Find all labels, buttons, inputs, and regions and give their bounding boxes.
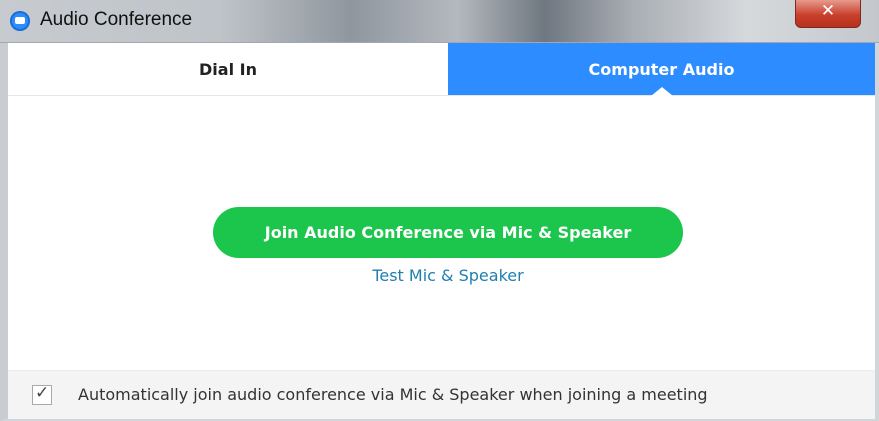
title-bar[interactable]: Audio Conference ✕ [0,0,879,43]
window-title: Audio Conference [40,9,193,30]
audio-tabs: Dial In Computer Audio [8,43,875,96]
test-mic-speaker-link[interactable]: Test Mic & Speaker [213,266,683,285]
zoom-logo-icon [10,11,30,31]
close-button[interactable]: ✕ [795,0,861,28]
tab-dial-in[interactable]: Dial In [8,43,448,95]
tab-computer-audio[interactable]: Computer Audio [448,43,875,96]
auto-join-checkbox[interactable]: ✓ [32,383,52,405]
auto-join-footer: ✓ Automatically join audio conference vi… [8,370,875,419]
auto-join-label: Automatically join audio conference via … [78,385,708,404]
join-audio-button[interactable]: Join Audio Conference via Mic & Speaker [213,207,683,258]
tab-dial-in-label: Dial In [199,59,257,79]
selected-tab-pointer [650,87,673,96]
close-icon: ✕ [820,1,836,21]
audio-conference-window: Audio Conference ✕ Dial In Computer Audi… [0,0,879,421]
checkmark-icon: ✓ [35,383,50,403]
tab-computer-audio-label: Computer Audio [588,59,735,79]
